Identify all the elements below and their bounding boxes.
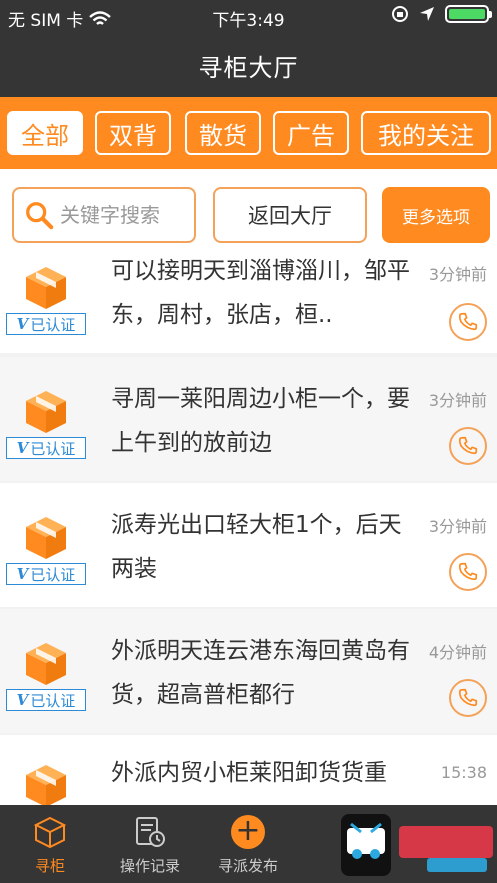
verified-badge: V 已认证 [6, 313, 86, 335]
package-box-icon [26, 765, 66, 805]
listing-text: 寻周一莱阳周边小柜一个，要上午到的放前边 [111, 386, 410, 456]
phone-icon[interactable] [449, 553, 487, 591]
listing-time: 15:38 [440, 763, 487, 782]
page-title: 寻柜大厅 [198, 54, 299, 82]
list-item[interactable]: V 已认证 外派明天连云港东海回黄岛有货，超高普柜都行 4分钟前 [0, 609, 497, 733]
listing-time: 3分钟前 [428, 517, 487, 536]
top-header: 无 SIM 卡 下午3:49 寻柜大厅 [0, 0, 497, 97]
box-nav-icon [33, 816, 67, 849]
tab-all[interactable]: 全部 [7, 111, 83, 155]
list-item[interactable]: 外派内贸小柜莱阳卸货货重 15:38 [0, 735, 497, 805]
verified-badge: V 已认证 [6, 689, 86, 711]
back-to-hall-button[interactable]: 返回大厅 [213, 187, 367, 243]
listing: V 已认证 可以接明天到淄博淄川，邹平东，周村，张店，桓.. 3分钟前 V 已认证 … [0, 257, 497, 805]
nav-find-container[interactable]: 寻柜 [0, 805, 100, 883]
package-box-icon [26, 643, 66, 685]
listing-time: 4分钟前 [428, 643, 487, 662]
listing-text: 可以接明天到淄博淄川，邹平东，周村，张店，桓.. [111, 258, 410, 328]
search-icon [26, 202, 54, 230]
phone-icon[interactable] [449, 427, 487, 465]
category-tabs: 全部 双背 散货 广告 我的关注 [0, 97, 497, 169]
location-icon [420, 7, 434, 21]
phone-icon[interactable] [449, 679, 487, 717]
tab-my-follow[interactable]: 我的关注 [361, 111, 491, 155]
orientation-lock-icon [392, 6, 408, 22]
nav-find-label: 寻柜 [34, 857, 65, 875]
watermark-logo [341, 814, 493, 876]
phone-icon[interactable] [449, 303, 487, 341]
records-clock-icon [136, 817, 165, 847]
nav-records-label: 操作记录 [119, 857, 180, 875]
package-box-icon [26, 267, 66, 309]
nav-records[interactable]: 操作记录 [100, 805, 200, 883]
more-options-button[interactable]: 更多选项 [382, 187, 490, 243]
list-item[interactable]: V 已认证 可以接明天到淄博淄川，邹平东，周村，张店，桓.. 3分钟前 [0, 257, 497, 353]
listing-time: 3分钟前 [428, 265, 487, 284]
tab-ads[interactable]: 广告 [273, 111, 349, 155]
listing-text: 派寿光出口轻大柜1个，后天两装 [111, 512, 402, 582]
verified-badge: V 已认证 [6, 437, 86, 459]
package-box-icon [26, 391, 66, 433]
search-box[interactable] [12, 187, 196, 243]
list-item[interactable]: V 已认证 寻周一莱阳周边小柜一个，要上午到的放前边 3分钟前 [0, 357, 497, 481]
listing-time: 3分钟前 [428, 391, 487, 410]
search-input[interactable] [58, 202, 194, 228]
listing-text: 外派明天连云港东海回黄岛有货，超高普柜都行 [111, 638, 410, 708]
status-bar: 无 SIM 卡 下午3:49 [0, 0, 497, 32]
filter-bar: 返回大厅 更多选项 [0, 169, 497, 257]
list-item[interactable]: V 已认证 派寿光出口轻大柜1个，后天两装 3分钟前 [0, 483, 497, 607]
package-box-icon [26, 517, 66, 559]
battery-icon [445, 5, 492, 23]
listing-text: 外派内贸小柜莱阳卸货货重 [111, 760, 387, 786]
tab-double[interactable]: 双背 [95, 111, 171, 155]
tab-bulk[interactable]: 散货 [185, 111, 261, 155]
plus-icon: + [231, 815, 265, 849]
verified-badge: V 已认证 [6, 563, 86, 585]
